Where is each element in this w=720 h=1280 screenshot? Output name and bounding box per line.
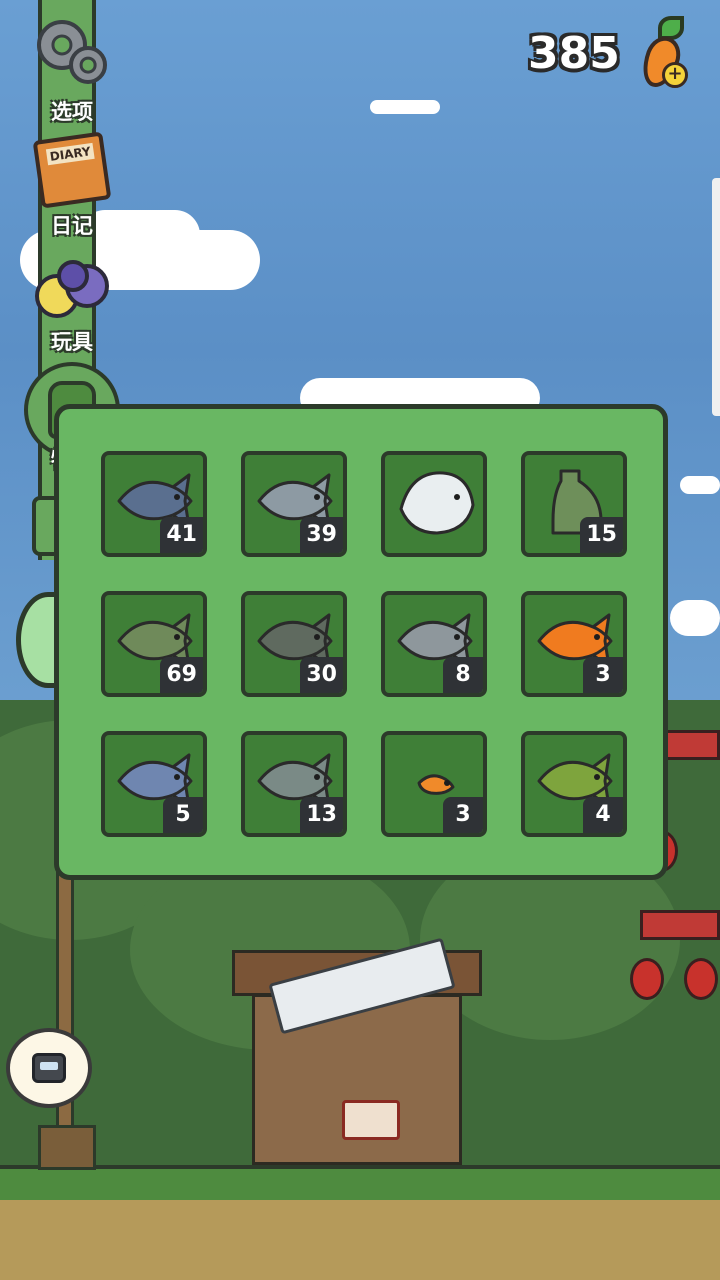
menu-diary-label: 日记 <box>51 214 93 238</box>
inventory-slot[interactable]: 4 <box>521 731 627 837</box>
inventory-grid: 41 39 15 69 30 8 3 5 13 3 4 <box>101 451 629 837</box>
inventory-slot[interactable]: 5 <box>101 731 207 837</box>
inventory-panel: 41 39 15 69 30 8 3 5 13 3 4 <box>54 404 668 880</box>
menu-toys-label: 玩具 <box>51 330 93 354</box>
cloud <box>680 476 720 494</box>
menu-diary-button[interactable]: 日记 <box>22 131 122 240</box>
inventory-slot[interactable]: 30 <box>241 591 347 697</box>
dirt-ground <box>0 1200 720 1280</box>
toys-icon <box>31 258 113 324</box>
carrot-add-button[interactable]: + <box>636 16 688 93</box>
scroll-handle[interactable] <box>712 178 720 416</box>
inventory-slot[interactable]: 69 <box>101 591 207 697</box>
lantern-icon <box>684 958 718 1000</box>
grass-ground <box>0 1165 720 1205</box>
top-bar: 385 + <box>0 0 720 100</box>
item-count-badge: 39 <box>300 517 343 553</box>
whale-shark-icon <box>399 471 475 535</box>
item-count-badge: 15 <box>580 517 623 553</box>
inventory-slot[interactable]: 8 <box>381 591 487 697</box>
shrine-shop[interactable] <box>232 937 482 1165</box>
item-count-badge: 8 <box>443 657 483 693</box>
item-count-badge: 41 <box>160 517 203 553</box>
cloud <box>370 100 440 114</box>
item-count-badge: 3 <box>583 657 623 693</box>
inventory-slot[interactable]: 3 <box>381 731 487 837</box>
diary-icon <box>32 131 112 209</box>
prohibited-sign-icon <box>342 1100 400 1140</box>
item-count-badge: 13 <box>300 797 343 833</box>
item-count-badge: 5 <box>163 797 203 833</box>
cloud <box>670 600 720 636</box>
inventory-slot[interactable]: 13 <box>241 731 347 837</box>
menu-toys-button[interactable]: 玩具 <box>22 258 122 356</box>
inventory-slot[interactable]: 39 <box>241 451 347 557</box>
item-count-badge: 3 <box>443 797 483 833</box>
carrot-count: 385 <box>528 28 620 79</box>
pole-base <box>38 1125 96 1170</box>
robot-notification-button[interactable] <box>6 1028 92 1108</box>
inventory-slot[interactable]: 15 <box>521 451 627 557</box>
inventory-slot[interactable]: 41 <box>101 451 207 557</box>
item-count-badge: 4 <box>583 797 623 833</box>
inventory-slot[interactable] <box>381 451 487 557</box>
lantern-icon <box>630 958 664 1000</box>
item-count-badge: 69 <box>160 657 203 693</box>
inventory-slot[interactable]: 3 <box>521 591 627 697</box>
plus-icon: + <box>662 62 688 88</box>
item-count-badge: 30 <box>300 657 343 693</box>
menu-options-label: 选项 <box>51 100 93 124</box>
robot-icon <box>32 1053 66 1083</box>
